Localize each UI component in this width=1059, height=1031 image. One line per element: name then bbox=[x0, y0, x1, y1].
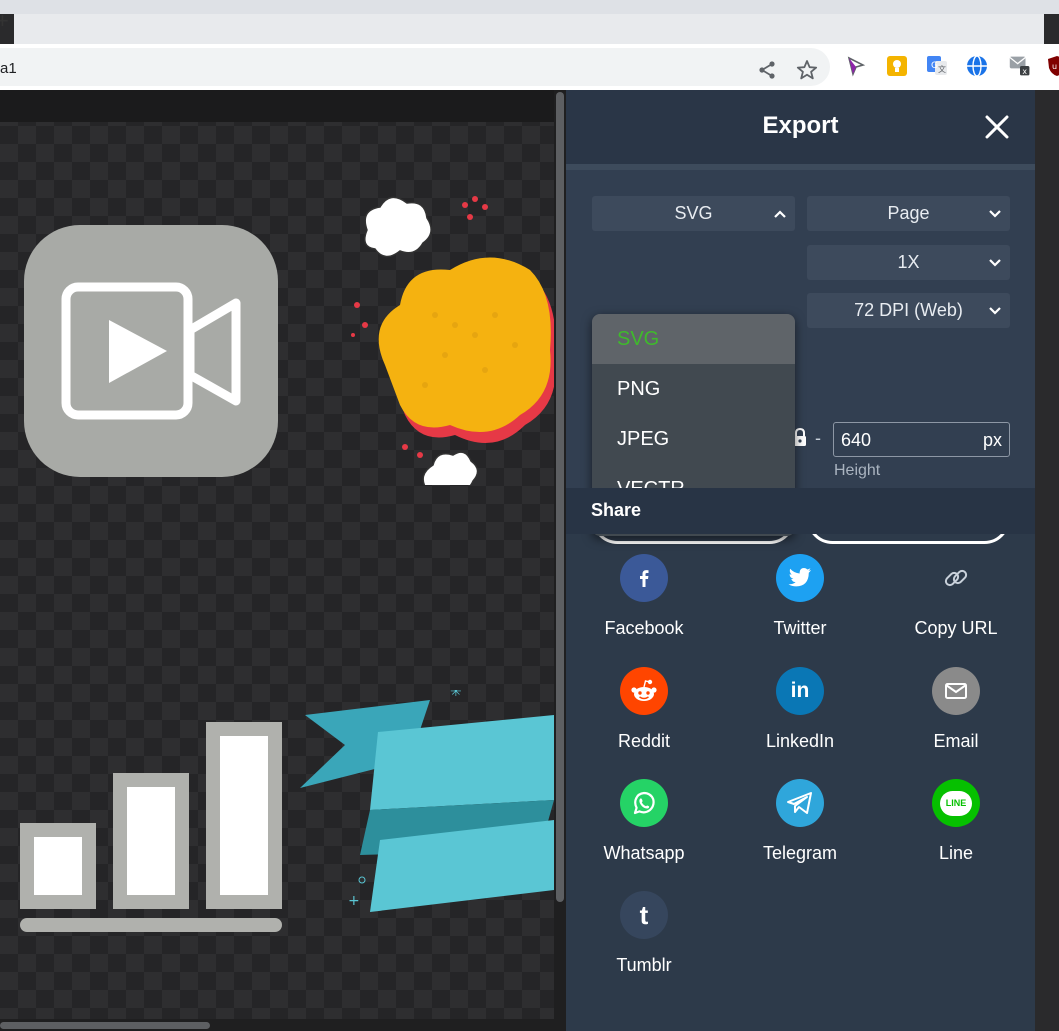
share-telegram-button[interactable]: Telegram bbox=[722, 779, 878, 879]
share-label: Facebook bbox=[604, 618, 684, 638]
mail-extension-icon[interactable]: x bbox=[1006, 55, 1034, 77]
scope-select[interactable]: Page bbox=[807, 196, 1010, 231]
scale-select[interactable]: 1X bbox=[807, 245, 1010, 280]
canvas-vertical-scrollbar[interactable] bbox=[554, 90, 566, 1031]
whatsapp-icon bbox=[620, 779, 668, 827]
format-option-svg[interactable]: SVG bbox=[592, 314, 795, 364]
share-label: Email bbox=[933, 731, 979, 751]
scale-select-value: 1X bbox=[897, 252, 920, 272]
export-options: SVG Page 1X 72 DPI (Web) - 640 px Height… bbox=[566, 170, 1035, 544]
dpi-select-value: 72 DPI (Web) bbox=[854, 300, 963, 320]
share-twitter-button[interactable]: Twitter bbox=[722, 554, 878, 654]
svg-text:+: + bbox=[348, 893, 360, 909]
svg-text:文: 文 bbox=[938, 64, 946, 74]
canvas-horizontal-scrollbar[interactable] bbox=[0, 1019, 554, 1031]
scope-select-value: Page bbox=[887, 203, 930, 223]
share-whatsapp-button[interactable]: Whatsapp bbox=[566, 779, 722, 879]
close-icon[interactable] bbox=[984, 114, 1010, 140]
chevron-up-icon bbox=[774, 210, 786, 218]
format-option-jpeg[interactable]: JPEG bbox=[592, 414, 795, 464]
ribbon-banner-graphic[interactable]: ✳ + bbox=[300, 690, 554, 920]
export-panel: Export SVG Page 1X 72 DPI (Web) - 640 px… bbox=[566, 90, 1035, 1031]
globe-extension-icon[interactable] bbox=[966, 55, 988, 77]
height-input[interactable]: 640 px bbox=[833, 422, 1010, 457]
scrollbar-thumb[interactable] bbox=[556, 92, 564, 902]
share-copy-url-button[interactable]: Copy URL bbox=[878, 554, 1034, 654]
line-icon: LINE bbox=[932, 779, 980, 827]
new-tab-icon[interactable]: + bbox=[0, 10, 9, 32]
share-label: Twitter bbox=[773, 618, 827, 638]
ublock-extension-icon[interactable]: u bbox=[1046, 55, 1059, 77]
keep-extension-icon[interactable] bbox=[886, 55, 908, 77]
share-label: Copy URL bbox=[914, 618, 998, 638]
share-label: Tumblr bbox=[616, 955, 672, 975]
canvas-ruler bbox=[0, 90, 554, 122]
height-value: 640 bbox=[841, 430, 872, 450]
twitter-icon bbox=[776, 554, 824, 602]
bar-chart-graphic[interactable] bbox=[18, 720, 284, 936]
share-line-button[interactable]: LINE Line bbox=[878, 779, 1034, 879]
chevron-down-icon bbox=[989, 210, 1001, 218]
link-icon bbox=[932, 554, 980, 602]
share-linkedin-button[interactable]: in LinkedIn bbox=[722, 667, 878, 767]
chevron-down-icon bbox=[989, 259, 1001, 267]
address-bar[interactable]: a1 bbox=[0, 48, 830, 86]
export-title: Export bbox=[762, 112, 839, 139]
address-url: a1 bbox=[0, 60, 17, 77]
chevron-down-icon bbox=[989, 307, 1001, 315]
scrollbar-thumb[interactable] bbox=[0, 1022, 210, 1029]
browser-toolbar: a1 G 文 x u bbox=[0, 44, 1059, 90]
email-icon bbox=[932, 667, 980, 715]
dpi-select[interactable]: 72 DPI (Web) bbox=[807, 293, 1010, 328]
linkedin-icon: in bbox=[776, 667, 824, 715]
facebook-icon bbox=[620, 554, 668, 602]
svg-text:G: G bbox=[931, 61, 938, 71]
translate-extension-icon[interactable]: G 文 bbox=[926, 55, 948, 77]
format-option-png[interactable]: PNG bbox=[592, 364, 795, 414]
browser-tabstrip: + bbox=[0, 0, 1059, 44]
telegram-icon bbox=[776, 779, 824, 827]
share-label: Reddit bbox=[617, 731, 671, 751]
height-label: Height bbox=[834, 462, 881, 479]
share-label: Telegram bbox=[762, 843, 838, 863]
export-header: Export bbox=[566, 90, 1035, 164]
share-label: LinkedIn bbox=[765, 731, 835, 751]
dimension-separator: - bbox=[815, 428, 821, 448]
reddit-icon bbox=[620, 667, 668, 715]
comic-explosion-graphic[interactable] bbox=[345, 185, 554, 485]
height-unit: px bbox=[982, 430, 1002, 450]
share-label: Line bbox=[938, 843, 974, 863]
format-select-value: SVG bbox=[674, 203, 713, 223]
svg-text:✳: ✳ bbox=[450, 690, 462, 700]
svg-text:u: u bbox=[1052, 62, 1057, 71]
browser-tab[interactable] bbox=[14, 14, 1044, 44]
share-icon[interactable] bbox=[756, 59, 778, 81]
share-facebook-button[interactable]: Facebook bbox=[566, 554, 722, 654]
video-camera-graphic[interactable] bbox=[24, 225, 278, 479]
cursor-extension-icon[interactable] bbox=[845, 55, 867, 77]
design-canvas[interactable]: ✳ + bbox=[0, 90, 554, 1031]
share-title: Share bbox=[591, 500, 642, 520]
share-email-button[interactable]: Email bbox=[878, 667, 1034, 767]
svg-text:x: x bbox=[1022, 67, 1027, 76]
star-icon[interactable] bbox=[796, 59, 818, 81]
share-reddit-button[interactable]: Reddit bbox=[566, 667, 722, 767]
share-label: Whatsapp bbox=[603, 843, 685, 863]
tumblr-icon: t bbox=[620, 891, 668, 939]
format-select[interactable]: SVG bbox=[592, 196, 795, 231]
share-header: Share bbox=[566, 488, 1035, 534]
window-edge bbox=[1035, 90, 1059, 1031]
share-tumblr-button[interactable]: t Tumblr bbox=[566, 891, 722, 991]
